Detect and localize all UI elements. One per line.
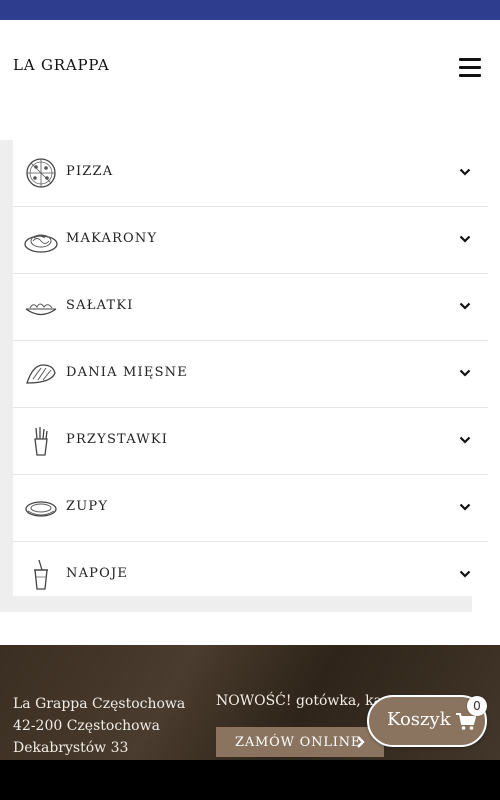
cart-label: Koszyk [387, 709, 451, 730]
soup-icon [25, 501, 57, 517]
chevron-down-icon[interactable] [459, 501, 471, 513]
category-dania-miesne[interactable]: DANIA MIĘSNE [13, 341, 488, 408]
category-label: NAPOJE [66, 566, 129, 581]
category-label: ZUPY [66, 499, 109, 514]
salad-icon [25, 303, 57, 316]
category-pizza[interactable]: PIZZA [13, 140, 488, 207]
pizza-icon [26, 158, 56, 188]
chevron-down-icon[interactable] [459, 166, 471, 178]
chevron-down-icon[interactable] [459, 367, 471, 379]
order-online-button[interactable]: ZAMÓW ONLINE [216, 727, 384, 757]
order-online-label: ZAMÓW ONLINE [235, 735, 362, 750]
chevron-down-icon[interactable] [459, 568, 471, 580]
category-label: DANIA MIĘSNE [66, 365, 188, 380]
category-label: PIZZA [66, 164, 114, 179]
bottom-bar [0, 760, 500, 800]
address-line: 42-200 Częstochowa [13, 718, 160, 734]
site-header: LA GRAPPA [0, 20, 500, 140]
category-przystawki[interactable]: PRZYSTAWKI [13, 408, 488, 475]
chevron-down-icon[interactable] [459, 434, 471, 446]
category-list: PIZZA MAKARONY SAŁATKI DANIA MIĘSNE PRZY… [13, 140, 488, 596]
address-line: Dekabrystów 33 [13, 740, 129, 756]
chevron-down-icon[interactable] [459, 300, 471, 312]
top-bar [0, 0, 500, 20]
cart-count-badge: 0 [467, 696, 487, 716]
menu-panel: PIZZA MAKARONY SAŁATKI DANIA MIĘSNE PRZY… [0, 140, 488, 612]
category-label: PRZYSTAWKI [66, 432, 169, 447]
hamburger-menu-icon[interactable] [459, 58, 481, 78]
drink-icon [34, 559, 48, 590]
category-label: SAŁATKI [66, 298, 134, 313]
logo[interactable]: LA GRAPPA [13, 56, 110, 74]
category-zupy[interactable]: ZUPY [13, 475, 488, 542]
pasta-icon [24, 234, 58, 253]
category-makarony[interactable]: MAKARONY [13, 207, 488, 274]
chevron-right-icon [357, 736, 365, 748]
chevron-down-icon[interactable] [459, 233, 471, 245]
shopping-cart-icon [456, 713, 476, 730]
news-text: NOWOŚĆ! gotówka, kar [216, 693, 389, 709]
category-label: MAKARONY [66, 231, 158, 246]
category-salatki[interactable]: SAŁATKI [13, 274, 488, 341]
meat-icon [26, 364, 56, 384]
footer-address: La Grappa Częstochowa 42-200 Częstochowa… [13, 693, 185, 759]
category-napoje[interactable]: NAPOJE [13, 542, 488, 609]
fries-icon [34, 427, 48, 456]
address-line: La Grappa Częstochowa [13, 696, 186, 712]
